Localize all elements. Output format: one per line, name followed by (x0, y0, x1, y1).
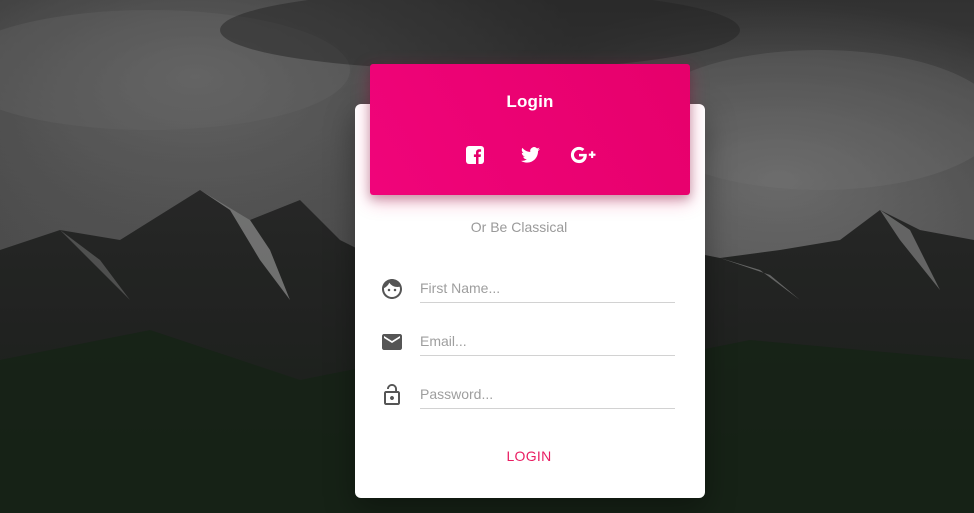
facebook-button[interactable] (461, 144, 489, 166)
lock-icon (384, 384, 400, 405)
email-field (378, 322, 676, 362)
login-button[interactable]: LOGIN (480, 444, 578, 468)
email-icon (382, 334, 402, 350)
card-title: Login (506, 92, 554, 111)
password-field (378, 375, 676, 415)
first-name-field (378, 269, 676, 309)
facebook-icon (466, 146, 484, 164)
google-plus-button[interactable] (568, 144, 600, 166)
twitter-button[interactable] (516, 144, 544, 166)
email-input[interactable] (420, 328, 675, 356)
twitter-icon (520, 147, 540, 163)
google-plus-icon (570, 146, 596, 164)
subtitle: Or Be Classical (470, 219, 568, 235)
password-input[interactable] (420, 381, 675, 409)
first-name-input[interactable] (420, 275, 675, 303)
face-icon (382, 279, 402, 299)
card-header (370, 64, 690, 195)
